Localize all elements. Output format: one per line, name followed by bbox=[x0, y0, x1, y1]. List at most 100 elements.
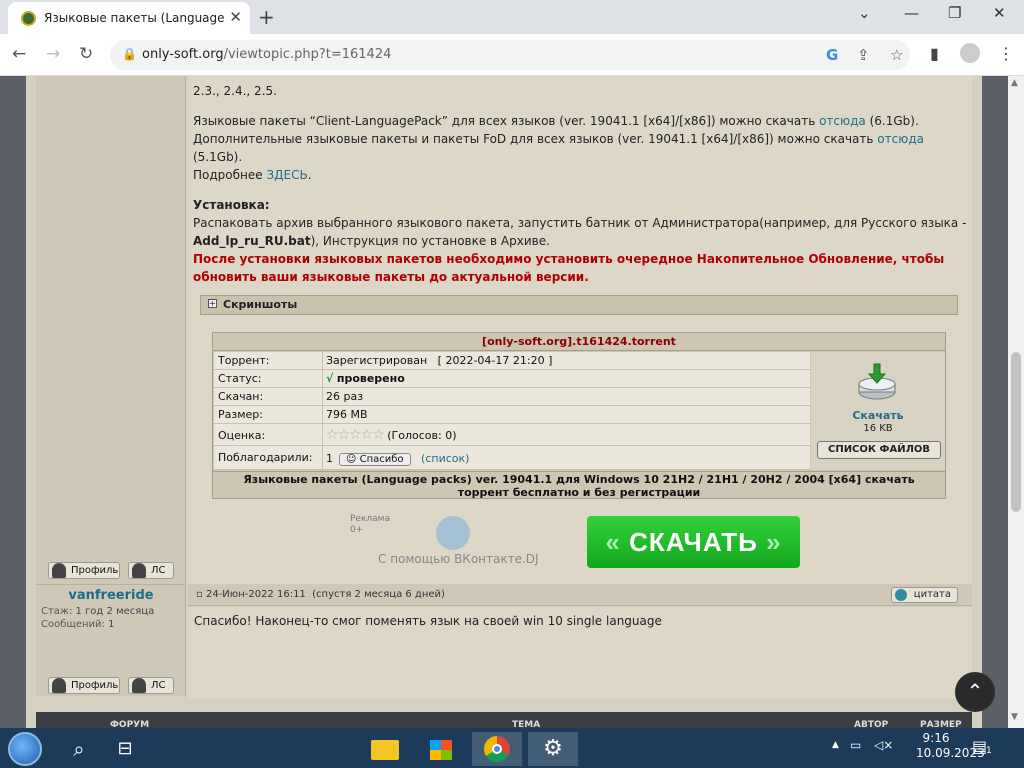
user-avatar-icon bbox=[52, 678, 66, 693]
table-row: Размер: 796 MB bbox=[214, 406, 810, 424]
address-bar[interactable]: 🔒 only-soft.org/viewtopic.php?t=161424 G… bbox=[110, 40, 910, 70]
user-avatar-icon bbox=[52, 563, 66, 578]
table-row: Скачан: 26 раз bbox=[214, 388, 810, 406]
new-tab-icon[interactable]: + bbox=[258, 5, 275, 29]
author-messages: Сообщений: 1 bbox=[41, 619, 115, 630]
download-link[interactable]: Скачать bbox=[811, 409, 945, 422]
ad-caption: С помощью ВКонтакте.DJ bbox=[378, 552, 539, 566]
ad-download-button[interactable]: « СКАЧАТЬ » bbox=[587, 516, 800, 568]
share-icon[interactable]: ⇪ bbox=[857, 46, 870, 64]
web-page: 2.3., 2.4., 2.5. Языковые пакеты “Client… bbox=[0, 76, 1008, 728]
chrome-icon[interactable] bbox=[472, 732, 522, 766]
screenshots-spoiler[interactable]: + Скриншоты bbox=[200, 295, 958, 315]
quote-button[interactable]: цитата bbox=[890, 587, 958, 603]
reply-author-name[interactable]: vanfreeride bbox=[36, 588, 186, 603]
search-icon[interactable]: ⌕ bbox=[54, 732, 104, 766]
scroll-to-top-button[interactable]: ⌃ bbox=[955, 672, 995, 712]
volume-muted-icon[interactable]: ◁× bbox=[874, 738, 893, 752]
start-button[interactable] bbox=[8, 732, 42, 766]
tab-strip: Языковые пакеты (Language pa ✕ + ⌄ — ❐ ✕ bbox=[0, 0, 1024, 34]
fod-download-link[interactable]: отсюда bbox=[877, 132, 924, 146]
close-tab-icon[interactable]: ✕ bbox=[229, 8, 242, 26]
tab-title: Языковые пакеты (Language pa bbox=[44, 11, 224, 25]
more-paragraph: Подробнее ЗДЕСЬ. bbox=[193, 168, 312, 182]
col-author: АВТОР bbox=[854, 720, 889, 728]
fod-size: (5.1Gb). bbox=[193, 150, 243, 164]
windows-taskbar: ⌕ ⊟ ⚙ ▲ ▭ ◁× 9:16 10.09.2023 ▤ 1 bbox=[0, 728, 1024, 768]
fod-paragraph: Дополнительные языковые пакеты и пакеты … bbox=[193, 132, 924, 146]
author-stage: Стаж: 1 год 2 месяца bbox=[41, 606, 155, 617]
table-row: Поблагодарили: 1 ☺ Спасибо (список) bbox=[214, 446, 810, 470]
user-avatar-icon bbox=[132, 678, 146, 693]
task-view-icon[interactable]: ⊟ bbox=[100, 732, 150, 766]
quote-icon bbox=[894, 589, 907, 601]
topics-table-header: ФОРУМ ТЕМА АВТОР РАЗМЕР bbox=[36, 712, 972, 728]
lock-icon: 🔒 bbox=[122, 47, 137, 61]
clock[interactable]: 9:16 10.09.2023 bbox=[916, 731, 985, 761]
ad-block: Реклама 0+ С помощью ВКонтакте.DJ « СКАЧА… bbox=[346, 512, 826, 572]
download-box: Скачать 16 KB СПИСОК ФАЙЛОВ bbox=[811, 352, 945, 470]
torrent-info-table: [only-soft.org].t161424.torrent Торрент:… bbox=[212, 332, 946, 499]
col-topic: ТЕМА bbox=[512, 720, 541, 728]
store-icon[interactable] bbox=[416, 732, 466, 766]
close-window-icon[interactable]: ✕ bbox=[993, 4, 1006, 22]
notification-icon[interactable]: ▤ bbox=[972, 737, 987, 756]
file-explorer-icon[interactable] bbox=[360, 732, 410, 766]
thanks-button[interactable]: ☺ Спасибо bbox=[339, 453, 411, 466]
forward-icon[interactable]: → bbox=[46, 44, 60, 64]
tab-search-icon[interactable]: ⌄ bbox=[858, 4, 871, 22]
table-row: Оценка: ☆☆☆☆☆ (Голосов: 0) bbox=[214, 424, 810, 446]
pm-button[interactable]: ЛС bbox=[128, 677, 174, 694]
lp-paragraph: Языковые пакеты “Client-LanguagePack” дл… bbox=[193, 114, 919, 128]
col-size: РАЗМЕР bbox=[920, 720, 962, 728]
more-link[interactable]: ЗДЕСЬ bbox=[266, 168, 307, 182]
settings-gear-icon[interactable]: ⚙ bbox=[528, 732, 578, 766]
google-icon[interactable]: G bbox=[826, 46, 838, 64]
profile-button[interactable]: Профиль bbox=[48, 562, 120, 579]
double-chevron-left-icon: « bbox=[605, 527, 621, 557]
browser-toolbar: ← → ↻ 🔒 only-soft.org/viewtopic.php?t=16… bbox=[0, 34, 1024, 76]
table-row: Торрент: Зарегистрирован [ 2022-04-17 21:… bbox=[214, 352, 810, 370]
check-icon: √ bbox=[326, 372, 334, 385]
reply-body: Спасибо! Наконец-то смог поменять язык н… bbox=[188, 607, 972, 699]
restore-icon[interactable]: ❐ bbox=[948, 4, 961, 22]
col-forum: ФОРУМ bbox=[110, 720, 150, 728]
post-body bbox=[188, 76, 972, 584]
back-icon[interactable]: ← bbox=[12, 44, 26, 64]
torrent-filename-link[interactable]: [only-soft.org].t161424.torrent bbox=[213, 333, 945, 351]
user-avatar-icon bbox=[132, 563, 146, 578]
site-favicon-icon bbox=[21, 11, 36, 26]
page-scrollbar[interactable]: ▲ ▼ bbox=[1008, 76, 1024, 728]
active-tab[interactable]: Языковые пакеты (Language pa ✕ bbox=[8, 2, 250, 34]
post-text-line: 2.3., 2.4., 2.5. bbox=[193, 84, 277, 98]
spoiler-label: Скриншоты bbox=[223, 298, 298, 311]
tray-expand-icon[interactable]: ▲ bbox=[832, 740, 839, 750]
url-text: only-soft.org/viewtopic.php?t=161424 bbox=[142, 47, 392, 62]
thanks-list-link[interactable]: (список) bbox=[421, 452, 469, 465]
install-heading: Установка: bbox=[193, 198, 270, 212]
minimize-icon[interactable]: — bbox=[904, 4, 919, 22]
reply-author-info: vanfreeride Стаж: 1 год 2 месяца Сообщен… bbox=[36, 588, 186, 631]
table-row: Статус: √ проверено bbox=[214, 370, 810, 388]
side-panel-icon[interactable]: ▮ bbox=[930, 44, 939, 63]
status-value: проверено bbox=[336, 372, 405, 385]
network-icon[interactable]: ▭ bbox=[850, 738, 861, 752]
reply-text: Спасибо! Наконец-то смог поменять язык н… bbox=[194, 614, 662, 628]
warning-line2: обновить ваши языковые пакеты до актуаль… bbox=[193, 270, 589, 284]
profile-button[interactable]: Профиль bbox=[48, 677, 120, 694]
reply-header: ▫ 24-Июн-2022 16:11 (спустя 2 месяца 6 д… bbox=[188, 584, 972, 606]
install-line1: Распаковать архив выбранного языкового п… bbox=[193, 216, 967, 230]
forum-content: 2.3., 2.4., 2.5. Языковые пакеты “Client… bbox=[26, 76, 982, 728]
ad-label: Реклама 0+ bbox=[350, 514, 390, 535]
bookmark-star-icon[interactable]: ☆ bbox=[890, 46, 903, 64]
menu-kebab-icon[interactable]: ⋮ bbox=[998, 44, 1014, 63]
rating-stars-icon[interactable]: ☆☆☆☆☆ bbox=[326, 427, 385, 443]
download-drive-icon[interactable] bbox=[856, 362, 898, 402]
torrent-description: Языковые пакеты (Language packs) ver. 19… bbox=[213, 471, 945, 499]
file-list-button[interactable]: СПИСОК ФАЙЛОВ bbox=[817, 441, 941, 459]
reload-icon[interactable]: ↻ bbox=[79, 44, 93, 64]
lp-download-link[interactable]: отсюда bbox=[819, 114, 866, 128]
pm-button[interactable]: ЛС bbox=[128, 562, 174, 579]
reply-date: ▫ 24-Июн-2022 16:11 (спустя 2 месяца 6 д… bbox=[196, 589, 445, 600]
profile-avatar-icon[interactable] bbox=[960, 43, 980, 63]
